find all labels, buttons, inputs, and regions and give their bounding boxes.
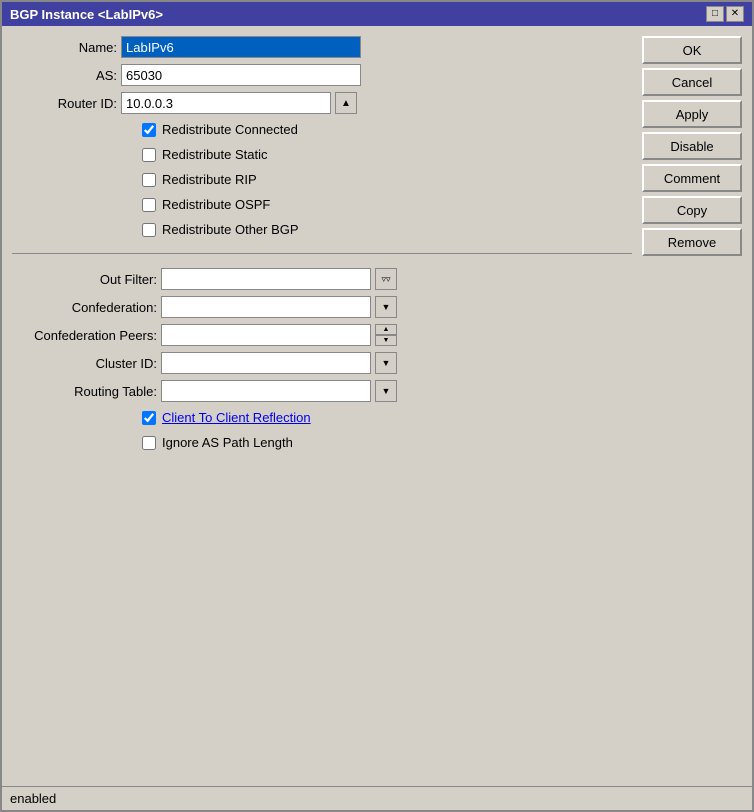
redistribute-rip-row: Redistribute RIP (12, 172, 632, 187)
buttons-area: OK Cancel Apply Disable Comment Copy Rem… (642, 36, 742, 776)
confederation-peers-label: Confederation Peers: (12, 328, 157, 343)
client-reflection-label: Client To Client Reflection (162, 410, 311, 425)
cluster-id-dropdown-btn[interactable]: ▼ (375, 352, 397, 374)
confederation-peers-down[interactable]: ▼ (375, 335, 397, 346)
redistribute-ospf-row: Redistribute OSPF (12, 197, 632, 212)
out-filter-row: Out Filter: ▿▿ (12, 268, 632, 290)
main-window: BGP Instance <LabIPv6> □ ✕ Name: AS: (0, 0, 754, 812)
confederation-dropdown-btn[interactable]: ▼ (375, 296, 397, 318)
confederation-peers-up[interactable]: ▲ (375, 324, 397, 335)
confederation-peers-row: Confederation Peers: ▲ ▼ (12, 324, 632, 346)
main-area: Name: AS: Router ID: ▲ Redistrib (12, 36, 742, 776)
routing-table-label: Routing Table: (12, 384, 157, 399)
as-input[interactable] (121, 64, 361, 86)
confederation-label: Confederation: (12, 300, 157, 315)
redistribute-ospf-checkbox[interactable] (142, 198, 156, 212)
confederation-input[interactable] (161, 296, 371, 318)
as-label: AS: (12, 68, 117, 83)
out-filter-label: Out Filter: (12, 272, 157, 287)
ignore-as-checkbox[interactable] (142, 436, 156, 450)
redistribute-other-bgp-checkbox[interactable] (142, 223, 156, 237)
name-label: Name: (12, 40, 117, 55)
disable-button[interactable]: Disable (642, 132, 742, 160)
divider (12, 253, 632, 254)
title-bar: BGP Instance <LabIPv6> □ ✕ (2, 2, 752, 26)
redistribute-static-label: Redistribute Static (162, 147, 268, 162)
as-row: AS: (12, 64, 632, 86)
redistribute-other-bgp-label: Redistribute Other BGP (162, 222, 299, 237)
cluster-id-row: Cluster ID: ▼ (12, 352, 632, 374)
redistribute-rip-label: Redistribute RIP (162, 172, 257, 187)
redistribute-connected-checkbox[interactable] (142, 123, 156, 137)
redistribute-connected-label: Redistribute Connected (162, 122, 298, 137)
redistribute-other-bgp-row: Redistribute Other BGP (12, 222, 632, 237)
close-button[interactable]: ✕ (726, 6, 744, 22)
client-reflection-checkbox[interactable] (142, 411, 156, 425)
redistribute-static-checkbox[interactable] (142, 148, 156, 162)
router-id-input[interactable] (121, 92, 331, 114)
confederation-row: Confederation: ▼ (12, 296, 632, 318)
client-reflection-row: Client To Client Reflection (12, 410, 632, 425)
name-row: Name: (12, 36, 632, 58)
ok-button[interactable]: OK (642, 36, 742, 64)
router-id-spinner-up[interactable]: ▲ (335, 92, 357, 114)
status-text: enabled (10, 791, 56, 806)
ignore-as-row: Ignore AS Path Length (12, 435, 632, 450)
copy-button[interactable]: Copy (642, 196, 742, 224)
routing-table-dropdown-btn[interactable]: ▼ (375, 380, 397, 402)
minimize-button[interactable]: □ (706, 6, 724, 22)
routing-table-input[interactable] (161, 380, 371, 402)
confederation-peers-spinner: ▲ ▼ (375, 324, 397, 346)
redistribute-connected-row: Redistribute Connected (12, 122, 632, 137)
form-area: Name: AS: Router ID: ▲ Redistrib (12, 36, 632, 776)
remove-button[interactable]: Remove (642, 228, 742, 256)
out-filter-input[interactable] (161, 268, 371, 290)
cancel-button[interactable]: Cancel (642, 68, 742, 96)
window-title: BGP Instance <LabIPv6> (10, 7, 163, 22)
router-id-row: Router ID: ▲ (12, 92, 632, 114)
title-bar-buttons: □ ✕ (706, 6, 744, 22)
confederation-peers-input[interactable] (161, 324, 371, 346)
routing-table-row: Routing Table: ▼ (12, 380, 632, 402)
content-area: Name: AS: Router ID: ▲ Redistrib (2, 26, 752, 786)
redistribute-rip-checkbox[interactable] (142, 173, 156, 187)
ignore-as-label: Ignore AS Path Length (162, 435, 293, 450)
comment-button[interactable]: Comment (642, 164, 742, 192)
cluster-id-label: Cluster ID: (12, 356, 157, 371)
cluster-id-input[interactable] (161, 352, 371, 374)
out-filter-dropdown-btn[interactable]: ▿▿ (375, 268, 397, 290)
apply-button[interactable]: Apply (642, 100, 742, 128)
status-bar: enabled (2, 786, 752, 810)
router-id-label: Router ID: (12, 96, 117, 111)
redistribute-static-row: Redistribute Static (12, 147, 632, 162)
name-input[interactable] (121, 36, 361, 58)
redistribute-ospf-label: Redistribute OSPF (162, 197, 270, 212)
